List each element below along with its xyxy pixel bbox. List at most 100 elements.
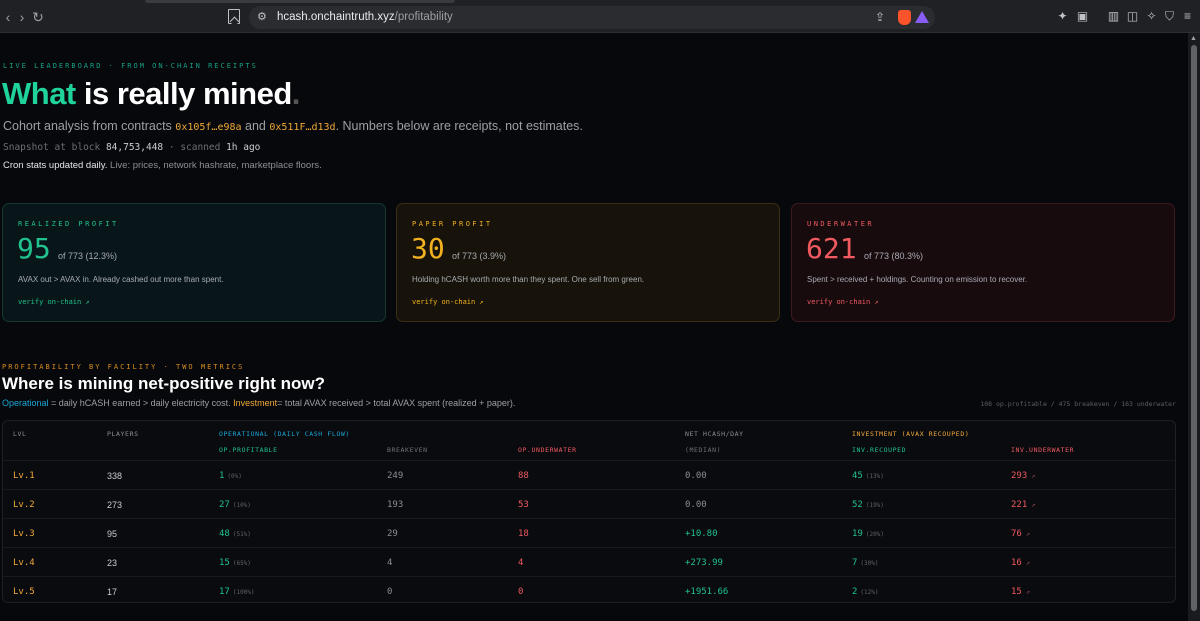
verify-onchain-link[interactable]: verify on-chain ↗ bbox=[807, 298, 879, 306]
inv-underwater-count: 76 bbox=[1011, 529, 1022, 539]
hero-subtitle: Cohort analysis from contracts 0x105f…e9… bbox=[3, 119, 583, 133]
title-accent: What bbox=[2, 76, 76, 111]
menu-icon[interactable]: ≡ bbox=[1180, 9, 1195, 24]
cell-inv-underwater[interactable]: 16 ↗ bbox=[1011, 558, 1030, 568]
url-text[interactable]: hcash.onchaintruth.xyz/profitability bbox=[277, 11, 453, 23]
brave-rewards-icon[interactable] bbox=[915, 11, 929, 23]
header-lvl: LVL bbox=[13, 430, 27, 438]
external-link-icon[interactable]: ↗ bbox=[1026, 559, 1030, 567]
header-op-underwater: OP.UNDERWATER bbox=[518, 446, 577, 454]
forward-icon[interactable]: › bbox=[14, 9, 30, 25]
cell-inv-recouped: 19 (20%) bbox=[852, 529, 884, 539]
investment-label: Investment bbox=[233, 398, 278, 408]
header-op-profitable: OP.PROFITABLE bbox=[219, 446, 278, 454]
share-icon[interactable]: ⇪ bbox=[875, 10, 885, 24]
card-of-total: of 773 (80.3%) bbox=[864, 251, 924, 261]
table-row[interactable]: Lv.5 17 17 (100%) 0 0 +1951.66 2 (12%) 15 ↗ bbox=[3, 576, 1175, 605]
wallet-icon[interactable]: ◫ bbox=[1125, 9, 1140, 24]
brave-shields-icon[interactable] bbox=[898, 10, 911, 25]
underwater-card: UNDERWATER 621 of 773 (80.3%) Spent > re… bbox=[791, 203, 1175, 322]
snapshot-label: Snapshot at block bbox=[3, 142, 106, 153]
cell-net-hcash: +273.99 bbox=[685, 558, 723, 568]
cell-op-profitable: 27 (10%) bbox=[219, 500, 251, 510]
inv-recouped-pct: (12%) bbox=[860, 589, 879, 596]
cell-inv-recouped: 7 (30%) bbox=[852, 558, 878, 568]
op-profitable-count: 17 bbox=[219, 587, 230, 597]
cell-net-hcash: +10.80 bbox=[685, 529, 718, 539]
reload-icon[interactable]: ↻ bbox=[30, 9, 46, 25]
inv-underwater-count: 221 bbox=[1011, 500, 1028, 510]
cell-players: 23 bbox=[107, 558, 118, 568]
inv-underwater-count: 16 bbox=[1011, 558, 1022, 568]
header-median: (MEDIAN) bbox=[685, 446, 722, 454]
inv-underwater-count: 15 bbox=[1011, 587, 1022, 597]
sub-and: and bbox=[241, 119, 270, 133]
browser-toolbar: ‹ › ↻ ⚙ hcash.onchaintruth.xyz/profitabi… bbox=[0, 0, 1200, 33]
external-link-icon[interactable]: ↗ bbox=[1026, 588, 1030, 596]
header-net: NET HCASH/DAY bbox=[685, 430, 744, 438]
inv-recouped-count: 52 bbox=[852, 500, 863, 510]
sidebar-icon[interactable]: ▥ bbox=[1106, 9, 1121, 24]
external-link-icon[interactable]: ↗ bbox=[1026, 530, 1030, 538]
scrollbar-thumb[interactable] bbox=[1191, 45, 1197, 611]
cell-breakeven: 249 bbox=[387, 471, 404, 481]
table-row[interactable]: Lv.1 338 1 (0%) 249 88 0.00 45 (13%) 293 ↗ bbox=[3, 460, 1175, 489]
vpn-icon[interactable]: ⛉ bbox=[1162, 9, 1177, 24]
page-scrollbar[interactable]: ▲ bbox=[1188, 33, 1200, 621]
cell-breakeven: 0 bbox=[387, 587, 393, 597]
site-settings-icon[interactable]: ⚙ bbox=[257, 11, 267, 24]
header-breakeven: BREAKEVEN bbox=[387, 446, 428, 454]
cron-rest: Live: prices, network hashrate, marketpl… bbox=[107, 160, 322, 171]
sub-suffix: . Numbers below are receipts, not estima… bbox=[335, 119, 583, 133]
inv-underwater-count: 293 bbox=[1011, 471, 1028, 481]
sub-prefix: Cohort analysis from contracts bbox=[3, 119, 176, 133]
card-description: Holding hCASH worth more than they spent… bbox=[412, 275, 645, 284]
extensions-icon[interactable]: ✦ bbox=[1055, 9, 1070, 24]
table-row[interactable]: Lv.3 95 48 (51%) 29 18 +10.80 19 (20%) 76 ↗ bbox=[3, 518, 1175, 547]
table-row[interactable]: Lv.2 273 27 (10%) 193 53 0.00 52 (19%) 221… bbox=[3, 489, 1175, 518]
table-row[interactable]: Lv.4 23 15 (65%) 4 4 +273.99 7 (30%) 16 ↗ bbox=[3, 547, 1175, 576]
card-label: PAPER PROFIT bbox=[412, 220, 493, 228]
leo-ai-icon[interactable]: ✧ bbox=[1144, 9, 1159, 24]
scroll-up-icon[interactable]: ▲ bbox=[1190, 35, 1197, 42]
cell-level: Lv.5 bbox=[13, 587, 35, 597]
cell-inv-underwater[interactable]: 15 ↗ bbox=[1011, 587, 1030, 597]
cell-inv-recouped: 45 (13%) bbox=[852, 471, 884, 481]
op-profitable-count: 1 bbox=[219, 471, 225, 481]
header-inv-recouped: INV.RECOUPED bbox=[852, 446, 907, 454]
header-inv-underwater: INV.UNDERWATER bbox=[1011, 446, 1075, 454]
op-profitable-pct: (0%) bbox=[227, 473, 242, 480]
cell-players: 273 bbox=[107, 500, 123, 510]
header-operational: OPERATIONAL (DAILY CASH FLOW) bbox=[219, 430, 350, 438]
address-bar[interactable]: ⚙ hcash.onchaintruth.xyz/profitability ⇪ bbox=[228, 6, 935, 29]
cell-inv-underwater[interactable]: 76 ↗ bbox=[1011, 529, 1030, 539]
bookmark-icon[interactable] bbox=[228, 9, 240, 24]
external-link-icon[interactable]: ↗ bbox=[1031, 501, 1035, 509]
contract-address-link[interactable]: 0x105f…e98a bbox=[175, 122, 241, 133]
paper-profit-card: PAPER PROFIT 30 of 773 (3.9%) Holding hC… bbox=[396, 203, 780, 322]
cell-op-profitable: 1 (0%) bbox=[219, 471, 242, 481]
scanned-label: · scanned bbox=[163, 142, 227, 153]
cell-level: Lv.2 bbox=[13, 500, 35, 510]
cell-players: 95 bbox=[107, 529, 118, 539]
cell-op-profitable: 15 (65%) bbox=[219, 558, 251, 568]
cell-inv-underwater[interactable]: 293 ↗ bbox=[1011, 471, 1035, 481]
header-investment: INVESTMENT (AVAX RECOUPED) bbox=[852, 430, 970, 438]
card-of-total: of 773 (12.3%) bbox=[58, 251, 118, 261]
page-title: What is really mined. bbox=[2, 76, 300, 112]
cell-inv-recouped: 2 (12%) bbox=[852, 587, 878, 597]
cell-level: Lv.3 bbox=[13, 529, 35, 539]
verify-onchain-link[interactable]: verify on-chain ↗ bbox=[412, 298, 484, 306]
header-players: PLAYERS bbox=[107, 430, 139, 438]
op-profitable-pct: (65%) bbox=[232, 560, 251, 567]
cell-level: Lv.1 bbox=[13, 471, 35, 481]
cron-note: Cron stats updated daily. Live: prices, … bbox=[3, 160, 322, 171]
op-profitable-count: 15 bbox=[219, 558, 230, 568]
url-path: /profitability bbox=[394, 11, 453, 23]
external-link-icon[interactable]: ↗ bbox=[1031, 472, 1035, 480]
verify-onchain-link[interactable]: verify on-chain ↗ bbox=[18, 298, 90, 306]
cell-inv-underwater[interactable]: 221 ↗ bbox=[1011, 500, 1035, 510]
contract-address-link[interactable]: 0x511F…d13d bbox=[269, 122, 335, 133]
screenshot-icon[interactable]: ▣ bbox=[1075, 9, 1090, 24]
title-rest: is really mined bbox=[75, 76, 292, 111]
